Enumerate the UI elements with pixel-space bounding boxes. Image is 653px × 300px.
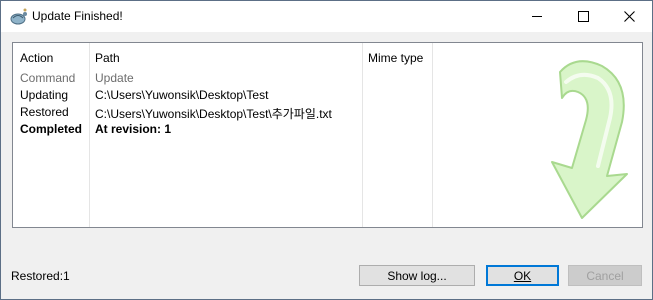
maximize-button[interactable]	[560, 1, 606, 32]
row-path: C:\Users\Yuwonsik\Desktop\Test\추가파일.txt	[95, 107, 332, 121]
row-action: Completed	[20, 122, 83, 136]
row-path: At revision: 1	[95, 122, 172, 136]
row-path: C:\Users\Yuwonsik\Desktop\Test	[95, 88, 269, 102]
row-action: Command	[20, 71, 76, 85]
minimize-icon	[532, 16, 542, 17]
column-divider	[362, 43, 363, 227]
window-title: Update Finished!	[32, 9, 123, 23]
column-header-mime-type[interactable]: Mime type	[368, 51, 423, 65]
show-log-button[interactable]: Show log...	[359, 265, 475, 286]
column-header-path[interactable]: Path	[95, 51, 120, 65]
minimize-button[interactable]	[514, 1, 560, 32]
cancel-button[interactable]: Cancel	[568, 265, 642, 286]
curved-arrow-down-icon	[551, 60, 628, 219]
status-text: Restored:1	[11, 269, 70, 283]
row-action: Restored	[20, 105, 69, 119]
column-divider	[89, 43, 90, 227]
tortoise-icon	[10, 8, 27, 25]
close-icon	[623, 11, 635, 22]
row-path: Update	[95, 71, 134, 85]
title-bar[interactable]: Update Finished!	[1, 1, 652, 32]
close-button[interactable]	[606, 1, 652, 32]
maximize-icon	[577, 11, 589, 22]
row-action: Updating	[20, 88, 69, 102]
ok-button-label: OK	[513, 268, 532, 283]
update-finished-dialog: Update Finished! Action Path Mime type C…	[0, 0, 653, 300]
column-divider	[432, 43, 433, 227]
ok-button[interactable]: OK	[486, 265, 559, 286]
column-header-action[interactable]: Action	[20, 51, 53, 65]
